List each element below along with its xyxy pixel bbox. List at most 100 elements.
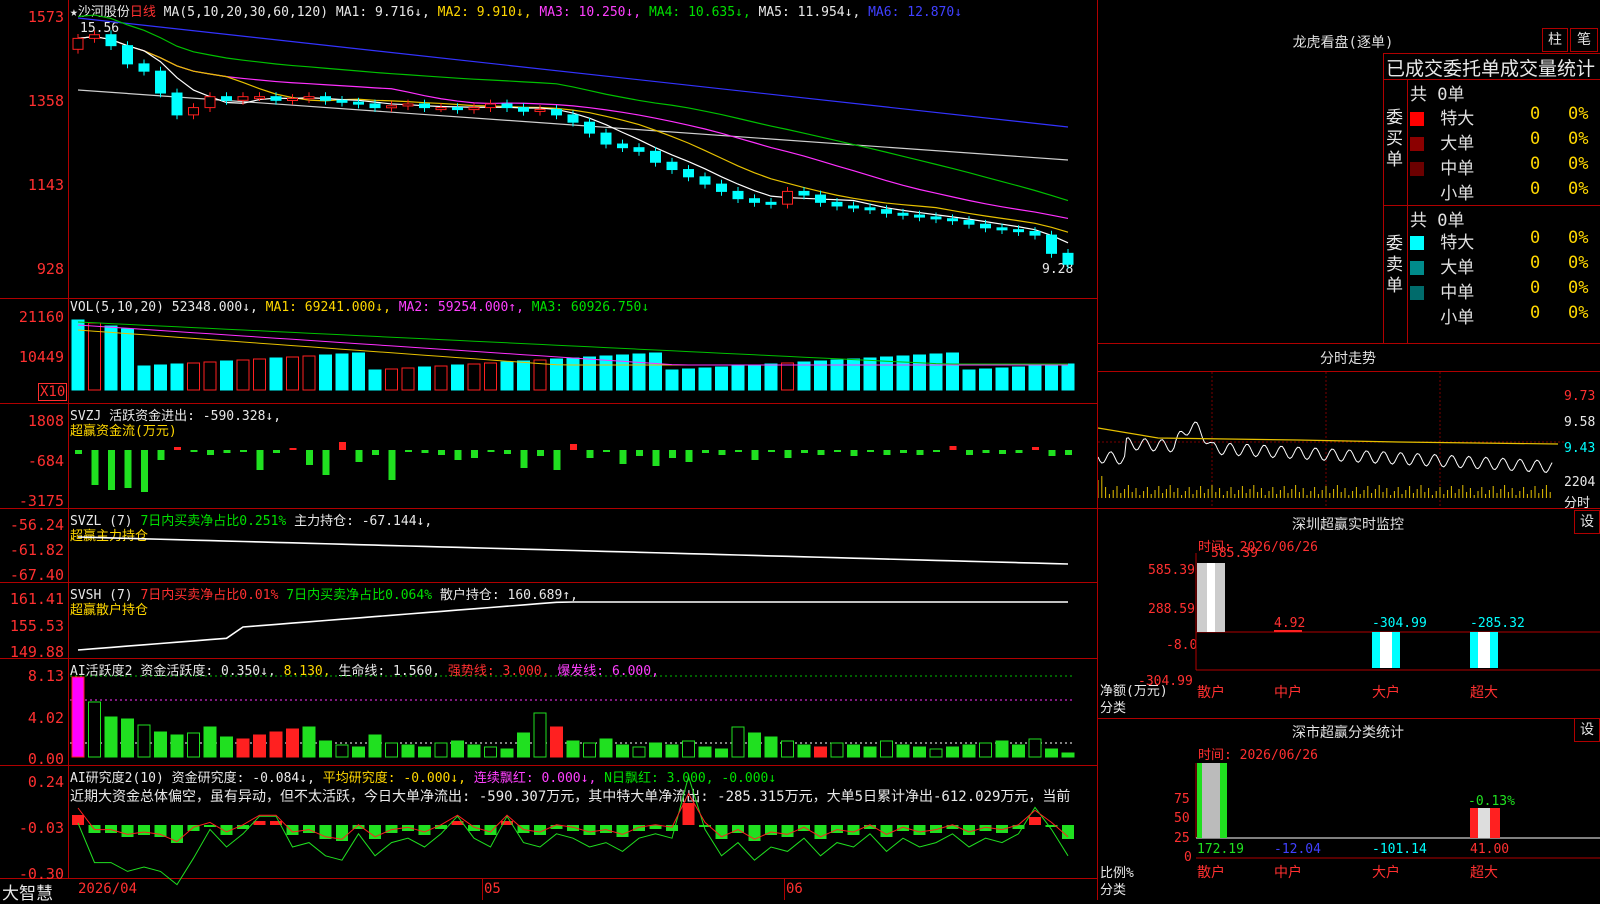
- volume-bar: [269, 357, 283, 391]
- sell-row-0: 特大 0 0%: [1410, 228, 1598, 253]
- activity-bar: [1012, 744, 1025, 758]
- candle-body: [287, 97, 298, 101]
- activity-bar: [665, 744, 679, 758]
- candle-body: [815, 194, 826, 203]
- research-bar: [286, 825, 299, 835]
- activity-bar: [731, 726, 745, 758]
- activity-bar: [1045, 748, 1058, 758]
- monitor-chart: 585.39 散户 4.92 中户 -304.99 大户 -285.32 超大: [1195, 546, 1600, 701]
- fund-flow-bar: [784, 450, 792, 458]
- activity-bar: [434, 742, 448, 758]
- volume-bar: [781, 362, 794, 391]
- activity-bar: [517, 732, 530, 758]
- buy-row-3: 小单 0 0%: [1410, 179, 1598, 204]
- activity-bar: [1061, 752, 1075, 758]
- main-position-line: [77, 536, 1069, 565]
- activity-bar: [401, 744, 415, 758]
- sell-row-1: 大单 0 0%: [1410, 253, 1598, 278]
- candle-body: [468, 107, 480, 111]
- candle-body: [237, 96, 249, 101]
- candle-body: [336, 99, 348, 103]
- volume-bar: [1028, 365, 1042, 391]
- research-bar: [583, 825, 596, 835]
- research-bar: [666, 825, 678, 831]
- dragon-panel-title: 龙虎看盘(逐单): [1292, 35, 1394, 51]
- fund-flow-bar: [223, 450, 231, 453]
- main-chart-area[interactable]: ★沙河股份日线 MA(5,10,20,30,60,120) MA1: 9.716…: [0, 0, 1098, 904]
- candle-body: [848, 205, 859, 209]
- volume-bar: [698, 367, 712, 391]
- research-bar: [682, 803, 695, 825]
- fund-flow-bar: [454, 450, 462, 460]
- tab-bar-view[interactable]: 柱: [1542, 28, 1568, 52]
- activity-bar: [121, 718, 134, 758]
- candle-body: [881, 209, 892, 214]
- buy-color-swatch: [1410, 187, 1424, 201]
- candle-body: [897, 212, 909, 216]
- fund-flow-bar: [619, 450, 627, 464]
- candle-body: [105, 34, 117, 47]
- kline-chart-canvas[interactable]: [0, 0, 1098, 900]
- candle-body: [782, 190, 793, 205]
- candle-body: [419, 103, 430, 109]
- sell-percent: 0%: [1568, 278, 1589, 298]
- volume-bar: [88, 322, 101, 391]
- candle-body: [518, 107, 529, 112]
- fund-flow-bar: [372, 450, 379, 455]
- volume-bar: [550, 358, 563, 391]
- activity-bar: [88, 701, 101, 758]
- candle-body: [798, 190, 810, 196]
- activity-bar: [451, 740, 464, 758]
- fund-flow-bar: [933, 450, 940, 452]
- tab-tick-view[interactable]: 笔: [1570, 28, 1598, 52]
- activity-bar: [286, 728, 299, 758]
- buy-color-swatch: [1410, 162, 1424, 176]
- fund-flow-bar: [306, 450, 313, 465]
- volume-bar: [649, 352, 662, 391]
- stats-value-label: -12.04: [1274, 842, 1321, 857]
- candle-body: [930, 216, 942, 220]
- activity-bar: [814, 746, 827, 758]
- activity-bar: [352, 746, 365, 758]
- volume-bar: [253, 358, 266, 391]
- candle-body: [732, 190, 744, 200]
- stats-top-value: -0.13%: [1468, 794, 1515, 809]
- candle-body: [1046, 234, 1057, 254]
- activity-bar: [368, 734, 382, 758]
- research-bar: [600, 825, 612, 833]
- volume-bar: [451, 364, 464, 391]
- volume-bar: [401, 367, 415, 391]
- sell-percent: 0%: [1568, 253, 1589, 273]
- fund-flow-bar: [652, 450, 660, 466]
- intraday-chart[interactable]: [1098, 372, 1564, 507]
- sell-count: 0: [1530, 253, 1541, 273]
- fund-flow-bar: [207, 450, 214, 455]
- fund-flow-bar: [537, 450, 544, 456]
- candle-body: [650, 150, 661, 163]
- fund-flow-bar: [487, 450, 495, 452]
- activity-bar: [533, 712, 547, 758]
- candle-body: [534, 108, 546, 112]
- fund-flow-bar: [718, 450, 726, 455]
- activity-bar: [764, 736, 778, 758]
- research-bar: [633, 825, 645, 831]
- fund-flow-bar: [1065, 450, 1072, 455]
- fund-flow-bar: [586, 450, 594, 458]
- research-bar: [138, 825, 150, 835]
- sell-size-label: 小单: [1430, 308, 1475, 328]
- fund-flow-bar: [421, 450, 429, 453]
- activity-bar: [187, 732, 200, 758]
- fund-flow-bar: [322, 450, 330, 475]
- activity-bar: [484, 746, 497, 758]
- activity-bar: [830, 742, 844, 758]
- volume-bar: [1061, 363, 1075, 391]
- fund-flow-bar: [966, 450, 973, 455]
- candle-body: [122, 45, 133, 65]
- volume-bar: [467, 363, 481, 391]
- sell-count: 0: [1530, 278, 1541, 298]
- research-bar: [781, 825, 794, 837]
- sell-color-swatch: [1410, 236, 1424, 250]
- activity-bar: [71, 676, 85, 758]
- volume-bar: [583, 356, 596, 391]
- ma2-line: [77, 35, 1069, 233]
